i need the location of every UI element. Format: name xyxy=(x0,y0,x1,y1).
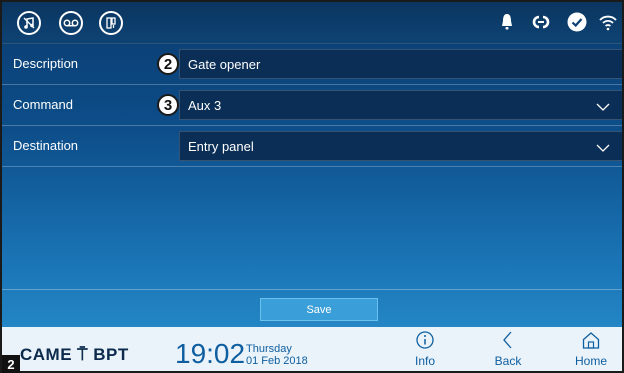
back-label: Back xyxy=(494,354,522,368)
top-status-bar xyxy=(2,2,622,44)
command-select[interactable]: Aux 3 xyxy=(179,90,622,120)
back-button[interactable]: Back xyxy=(478,330,538,371)
back-arrow-icon xyxy=(503,331,512,349)
music-note-icon[interactable] xyxy=(17,11,41,35)
destination-label: Destination xyxy=(13,138,79,153)
figure-number-badge: 2 xyxy=(2,355,20,373)
command-select-value: Aux 3 xyxy=(188,98,222,113)
save-button[interactable]: Save xyxy=(260,298,378,321)
intercom-panel-icon[interactable] xyxy=(99,11,123,35)
link-icon xyxy=(530,12,552,32)
wifi-icon xyxy=(598,12,618,32)
brand-logo: CAME ⍑ BPT xyxy=(20,345,129,364)
clock-time: 19:02 xyxy=(175,338,246,369)
info-label: Info xyxy=(414,354,435,368)
home-icon xyxy=(582,332,600,349)
clock-date: 01 Feb 2018 xyxy=(246,355,308,367)
command-label: Command xyxy=(13,97,73,112)
device-screen: Description Gate opener 2 Command Aux 3 … xyxy=(0,0,624,373)
info-button[interactable]: Info xyxy=(395,330,455,371)
callout-badge: 2 xyxy=(157,53,179,75)
destination-select-value: Entry panel xyxy=(188,139,254,154)
description-row: Description Gate opener 2 xyxy=(2,44,622,85)
voicemail-icon[interactable] xyxy=(59,11,83,35)
save-bar: Save xyxy=(2,289,622,327)
chevron-down-icon xyxy=(596,141,610,156)
destination-select[interactable]: Entry panel xyxy=(179,131,622,161)
home-label: Home xyxy=(574,354,607,368)
clock-day: Thursday xyxy=(246,343,292,355)
destination-row: Destination Entry panel xyxy=(2,126,622,167)
check-icon xyxy=(567,12,587,32)
bottom-bar: CAME ⍑ BPT 19:02 Thursday 01 Feb 2018 In… xyxy=(2,327,622,371)
chevron-down-icon xyxy=(596,100,610,115)
bell-icon xyxy=(500,12,514,32)
info-icon xyxy=(416,331,434,349)
description-label: Description xyxy=(13,56,79,71)
home-button[interactable]: Home xyxy=(561,330,621,371)
callout-badge: 3 xyxy=(157,94,179,116)
description-input[interactable]: Gate opener xyxy=(179,49,622,79)
command-row: Command Aux 3 3 xyxy=(2,85,622,126)
